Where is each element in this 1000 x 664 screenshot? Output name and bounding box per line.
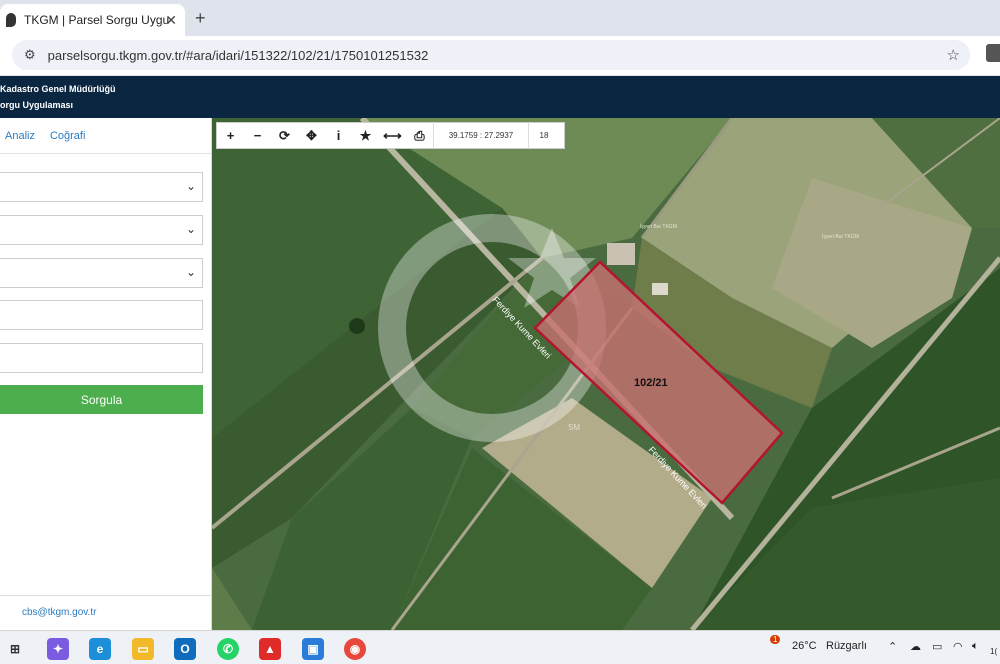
header-org-title: Kadastro Genel Müdürlüğü — [0, 84, 116, 94]
tab-analiz[interactable]: Analiz — [5, 130, 35, 142]
map-toolbar: + − ⟳ ✥ i ★ ⟷ ⎙ 39.1759 : 27.2937 18 — [216, 122, 565, 149]
field-patch — [212, 568, 252, 630]
zoom-out-icon[interactable]: − — [244, 128, 271, 143]
site-settings-icon[interactable]: ⚙ — [24, 47, 36, 63]
app-red-icon[interactable]: ▲ — [259, 638, 281, 660]
contact-email-link[interactable]: cbs@tkgm.gov.tr — [22, 607, 96, 618]
whatsapp-icon[interactable]: ✆ — [217, 638, 239, 660]
zoom-in-icon[interactable]: + — [217, 128, 244, 143]
file-explorer-icon[interactable]: ▭ — [132, 638, 154, 660]
task-view-icon[interactable]: ⊞ — [4, 638, 26, 660]
volume-icon[interactable]: 🔈︎ — [972, 640, 979, 653]
query-panel: Analiz Coğrafi ⌄ ⌄ ⌄ Sorgula cbs@tkgm.go… — [0, 118, 212, 630]
satellite-map[interactable]: SM 102/21 Ferdiye Kume Evleri Ferdiye Ku… — [212, 118, 1000, 630]
wifi-icon[interactable]: ◠ — [953, 640, 963, 653]
url-text[interactable]: parselsorgu.tkgm.gov.tr/#ara/idari/15132… — [48, 48, 429, 63]
chevron-up-icon[interactable]: ⌃ — [888, 640, 897, 653]
parcel-label: 102/21 — [634, 377, 668, 389]
panel-tabs: Analiz Coğrafi — [0, 118, 211, 154]
favorite-star-icon[interactable]: ★ — [352, 128, 379, 144]
parcel-input[interactable] — [0, 343, 203, 373]
chevron-down-icon: ⌄ — [185, 179, 196, 193]
temperature-text[interactable]: 26°C — [792, 640, 817, 652]
header-app-title: orgu Uygulaması — [0, 100, 74, 110]
chevron-down-icon: ⌄ — [185, 222, 196, 236]
weather-badge: 1 — [770, 635, 781, 644]
bookmark-star-icon[interactable]: ☆ — [947, 46, 960, 64]
info-icon[interactable]: i — [325, 128, 352, 143]
field-label: İşyeri Bur TKGM — [640, 223, 677, 230]
browser-tab-bar: TKGM | Parsel Sorgu Uygulaması ✕ + — [0, 0, 1000, 36]
clock-text[interactable]: 1( — [990, 647, 997, 656]
divider — [0, 595, 212, 596]
tab-title: TKGM | Parsel Sorgu Uygulaması — [24, 13, 169, 27]
chrome-icon[interactable]: ◉ — [344, 638, 366, 660]
windows-taskbar: ⊞ ✦ e ▭ O ✆ ▲ ▣ ◉ 1 26°C Rüzgarlı ⌃ ☁ ▭ … — [0, 630, 1000, 664]
refresh-icon[interactable]: ⟳ — [271, 128, 298, 144]
watermark-text: SM — [568, 423, 580, 432]
building-shape — [652, 283, 668, 295]
extension-icon[interactable] — [986, 44, 1000, 62]
onedrive-icon[interactable]: ☁ — [910, 640, 921, 653]
site-favicon-icon — [6, 13, 16, 27]
copilot-icon[interactable]: ✦ — [47, 638, 69, 660]
print-icon[interactable]: ⎙ — [406, 128, 433, 144]
map-imagery: SM 102/21 Ferdiye Kume Evleri Ferdiye Ku… — [212, 118, 1000, 630]
field-label: İşyeri Bur TKGM — [822, 233, 859, 240]
new-tab-button[interactable]: + — [195, 8, 206, 29]
outlook-icon[interactable]: O — [174, 638, 196, 660]
browser-toolbar: ⚙ parselsorgu.tkgm.gov.tr/#ara/idari/151… — [0, 36, 1000, 76]
tree-shape — [349, 318, 365, 334]
measure-icon[interactable]: ⟷ — [379, 128, 406, 144]
tab-close-icon[interactable]: ✕ — [165, 12, 177, 29]
app-header: Kadastro Genel Müdürlüğü orgu Uygulaması — [0, 76, 1000, 118]
block-input[interactable] — [0, 300, 203, 330]
query-button[interactable]: Sorgula — [0, 385, 203, 414]
browser-tab[interactable]: TKGM | Parsel Sorgu Uygulaması ✕ — [0, 4, 185, 36]
province-select[interactable]: ⌄ — [0, 172, 203, 202]
edge-icon[interactable]: e — [89, 638, 111, 660]
district-select[interactable]: ⌄ — [0, 215, 203, 245]
chevron-down-icon: ⌄ — [185, 265, 196, 279]
neighborhood-select[interactable]: ⌄ — [0, 258, 203, 288]
photos-icon[interactable]: ▣ — [302, 638, 324, 660]
locate-icon[interactable]: ✥ — [298, 128, 325, 144]
battery-icon[interactable]: ▭ — [932, 640, 942, 653]
tab-cografi[interactable]: Coğrafi — [50, 130, 85, 142]
address-bar[interactable]: ⚙ parselsorgu.tkgm.gov.tr/#ara/idari/151… — [12, 40, 970, 70]
weather-text[interactable]: Rüzgarlı — [826, 640, 867, 652]
coordinate-readout: 39.1759 : 27.2937 — [448, 131, 514, 140]
zoom-level: 18 — [539, 131, 549, 140]
building-shape — [607, 243, 635, 265]
